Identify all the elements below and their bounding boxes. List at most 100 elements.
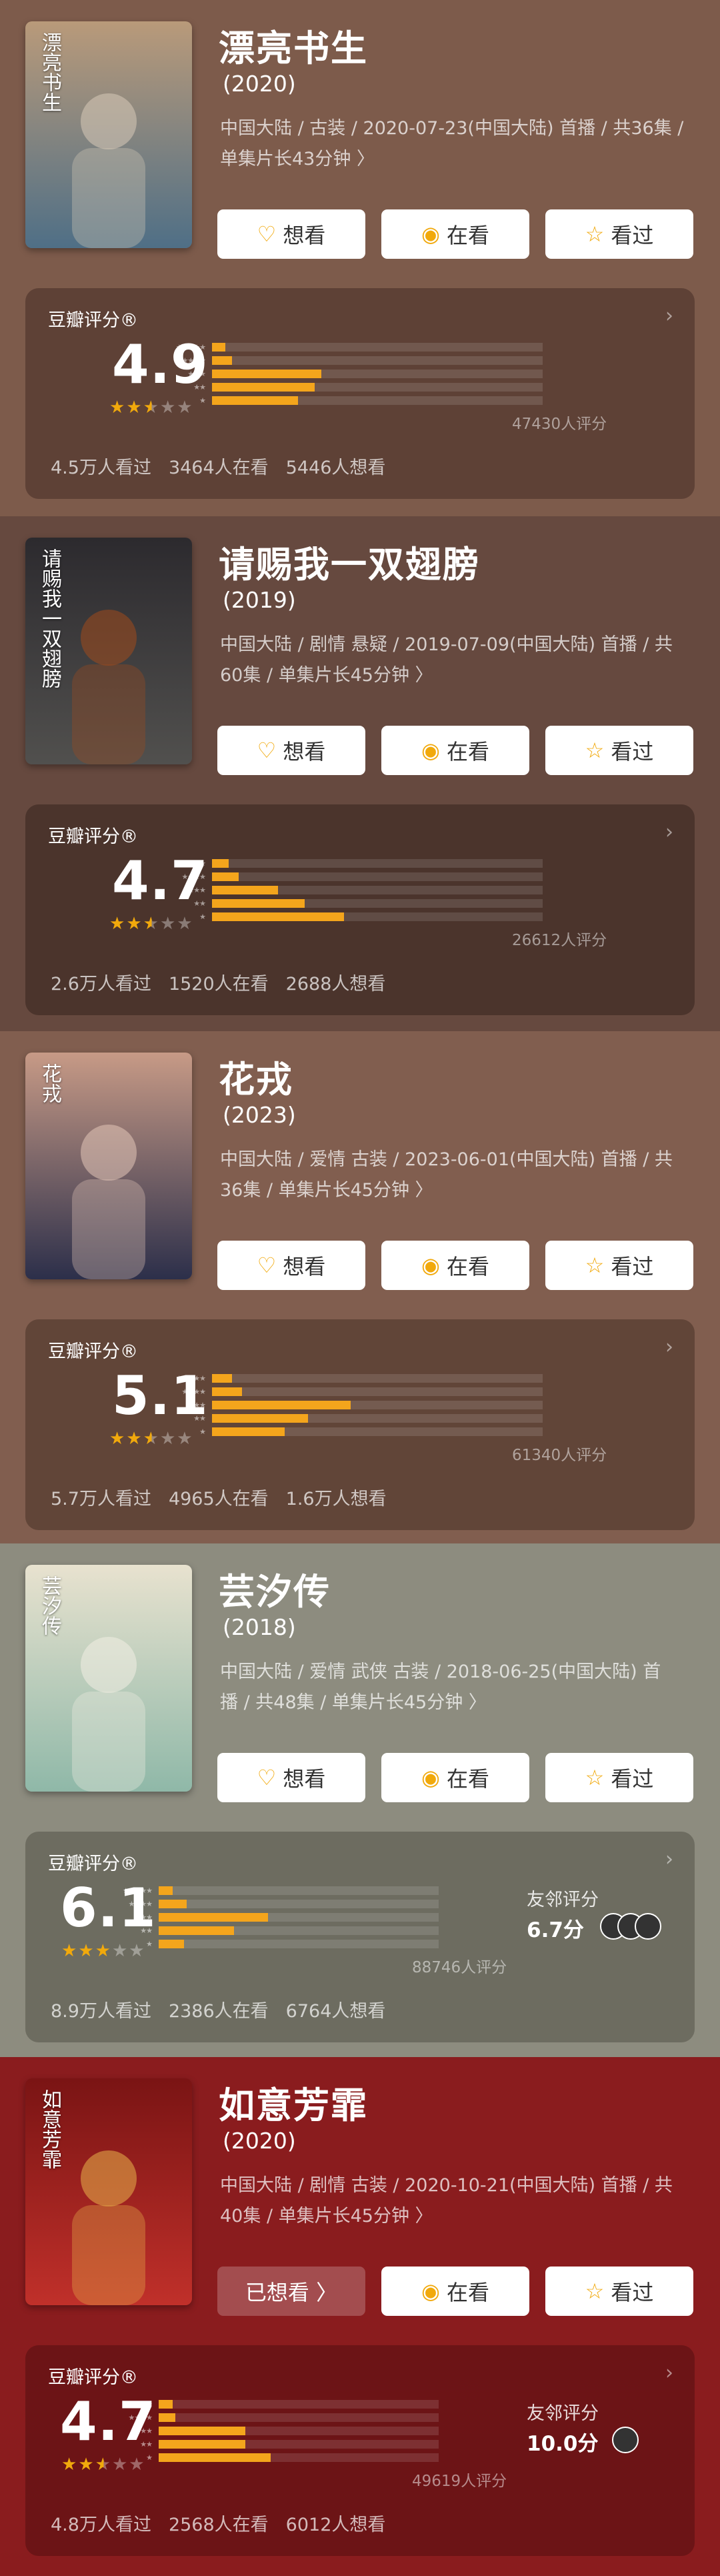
drama-card: 芸汐传 芸汐传 (2018) 中国大陆 / 爱情 武侠 古装 / 2018-06-25… (0, 1543, 720, 2057)
histogram-track (212, 899, 543, 908)
poster-image[interactable]: 花戎 (25, 1053, 192, 1279)
chevron-right-icon: › (665, 1848, 673, 1871)
want-label: 想看 (283, 223, 326, 248)
want-button[interactable]: 已想看 〉 (217, 2267, 365, 2316)
histogram-bar (159, 1913, 268, 1922)
star-outline-icon: ☆ (585, 1765, 605, 1790)
heart-plus-icon: ♡ (257, 1765, 277, 1790)
drama-meta[interactable]: 中国大陆 / 古装 / 2020-07-23(中国大陆) 首播 / 共36集 /… (220, 113, 700, 175)
stat-item: 1520人在看 (168, 974, 269, 995)
drama-meta[interactable]: 中国大陆 / 爱情 古装 / 2023-06-01(中国大陆) 首播 / 共 36… (220, 1145, 700, 1206)
stat-item: 4.5万人看过 (51, 458, 151, 478)
watching-label: 在看 (446, 2280, 489, 2305)
star-icon: ★ (126, 914, 143, 934)
histogram-track (212, 356, 543, 365)
histogram-row: ★★★★★ (142, 859, 543, 868)
poster-image[interactable]: 芸汐传 (25, 1565, 192, 1792)
drama-title[interactable]: 芸汐传 (219, 1562, 331, 1615)
stat-item: 5.7万人看过 (51, 1489, 151, 1509)
histogram-row: ★★★★★ (142, 1374, 543, 1383)
histogram-bar (159, 1940, 184, 1948)
stat-item: 6012人想看 (285, 2515, 386, 2535)
drama-card: 花戎 花戎 (2023) 中国大陆 / 爱情 古装 / 2023-06-01(中国大陆… (0, 1031, 720, 1543)
drama-title[interactable]: 漂亮书生 (219, 19, 368, 71)
drama-meta[interactable]: 中国大陆 / 爱情 武侠 古装 / 2018-06-25(中国大陆) 首播 / … (220, 1657, 700, 1718)
drama-card: 请赐我一双翅膀 请赐我一双翅膀 (2019) 中国大陆 / 剧情 悬疑 / 2019-… (0, 516, 720, 1031)
rating-panel[interactable]: 豆瓣评分® › 5.1 ★★★★★ ★★★★★ ★★★★ ★★★ ★★ ★ 61340人评分 5.7… (25, 1319, 695, 1530)
watching-button[interactable]: ◉ 在看 (381, 1753, 529, 1802)
watching-button[interactable]: ◉ 在看 (381, 2267, 529, 2316)
drama-meta[interactable]: 中国大陆 / 剧情 悬疑 / 2019-07-09(中国大陆) 首播 / 共 60… (220, 630, 700, 691)
rating-count: 49619人评分 (412, 2473, 507, 2490)
friend-avatar[interactable] (612, 2427, 639, 2453)
histogram-bar (159, 2453, 271, 2462)
friend-avatar[interactable] (635, 1913, 661, 1940)
watched-button[interactable]: ☆ 看过 (545, 726, 693, 775)
star-level-icon: ★★ (193, 383, 206, 392)
meta-line: 中国大陆 / 古装 / 2020-07-23(中国大陆) 首播 / 共36集 / (220, 118, 684, 139)
want-button[interactable]: ♡ 想看 (217, 726, 365, 775)
release-year: (2020) (223, 2128, 296, 2154)
histogram-track (212, 859, 543, 868)
histogram-bar (212, 396, 298, 405)
rating-panel[interactable]: 豆瓣评分® › 6.1 ★★★★★ ★★★★★ ★★★★ ★★★ ★★ ★ 88746人评分 友邻评… (25, 1832, 695, 2042)
histogram-track (159, 1926, 439, 1935)
histogram-bar (212, 1401, 351, 1409)
star-outline-icon: ☆ (585, 738, 605, 763)
histogram-row: ★★★ (89, 1913, 439, 1922)
watched-button[interactable]: ☆ 看过 (545, 2267, 693, 2316)
meta-line: 60集 / 单集片长45分钟 〉 (220, 665, 433, 686)
poster-image[interactable]: 漂亮书生 (25, 21, 192, 248)
drama-meta[interactable]: 中国大陆 / 剧情 古装 / 2020-10-21(中国大陆) 首播 / 共 40… (220, 2170, 700, 2232)
poster-image[interactable]: 如意芳霏 (25, 2078, 192, 2305)
stat-item: 2688人想看 (285, 974, 386, 995)
star-level-icon: ★★ (140, 1926, 153, 1935)
release-year: (2018) (223, 1614, 296, 1640)
star-level-icon: ★★★ (187, 886, 206, 894)
want-button[interactable]: ♡ 想看 (217, 209, 365, 259)
star-level-icon: ★★ (193, 899, 206, 908)
want-button[interactable]: ♡ 想看 (217, 1753, 365, 1802)
rating-source-label: 豆瓣评分® (48, 1341, 138, 1362)
watched-button[interactable]: ☆ 看过 (545, 209, 693, 259)
histogram-bar (212, 886, 278, 894)
histogram-track (212, 383, 543, 392)
watched-button[interactable]: ☆ 看过 (545, 1753, 693, 1802)
histogram-bar (212, 383, 315, 392)
rating-count: 26612人评分 (512, 932, 607, 949)
rating-panel[interactable]: 豆瓣评分® › 4.9 ★★★★★ ★★★★★ ★★★★ ★★★ ★★ ★ 47430人评分 4.5… (25, 288, 695, 499)
rating-count: 47430人评分 (512, 416, 607, 433)
drama-title[interactable]: 如意芳霏 (219, 2076, 368, 2128)
poster-image[interactable]: 请赐我一双翅膀 (25, 538, 192, 764)
poster-title-text: 漂亮书生 (38, 32, 61, 112)
rating-source-label: 豆瓣评分® (48, 1854, 138, 1874)
star-outline-icon: ☆ (585, 2279, 605, 2304)
star-level-icon: ★★★★★ (175, 343, 206, 352)
star-level-icon: ★ (146, 1940, 153, 1948)
release-year: (2019) (223, 587, 296, 613)
drama-title[interactable]: 花戎 (219, 1050, 293, 1103)
release-year: (2023) (223, 1102, 296, 1128)
watch-stats: 4.5万人看过 3464人在看 5446人想看 (51, 453, 403, 479)
histogram-bar (159, 2427, 245, 2435)
histogram-track (159, 1940, 439, 1948)
histogram-bar (212, 859, 229, 868)
histogram-bar (159, 2440, 245, 2449)
histogram-row: ★★★★★ (142, 343, 543, 352)
watching-button[interactable]: ◉ 在看 (381, 1241, 529, 1290)
watching-button[interactable]: ◉ 在看 (381, 209, 529, 259)
histogram-bar (159, 1886, 173, 1895)
watched-label: 看过 (611, 1254, 654, 1279)
histogram-bar (159, 1900, 187, 1908)
heart-plus-icon: ♡ (257, 221, 277, 247)
watch-stats: 4.8万人看过 2568人在看 6012人想看 (51, 2510, 403, 2536)
watched-button[interactable]: ☆ 看过 (545, 1241, 693, 1290)
drama-title[interactable]: 请赐我一双翅膀 (219, 535, 480, 588)
histogram-track (212, 370, 543, 378)
want-button[interactable]: ♡ 想看 (217, 1241, 365, 1290)
watching-button[interactable]: ◉ 在看 (381, 726, 529, 775)
rating-panel[interactable]: 豆瓣评分® › 4.7 ★★★★★ ★★★★★ ★★★★ ★★★ ★★ ★ 49619人评分 友邻评… (25, 2345, 695, 2556)
rating-panel[interactable]: 豆瓣评分® › 4.7 ★★★★★ ★★★★★ ★★★★ ★★★ ★★ ★ 26612人评分 2.6… (25, 804, 695, 1015)
star-level-icon: ★★★ (187, 370, 206, 378)
histogram-row: ★★★★ (142, 872, 543, 881)
